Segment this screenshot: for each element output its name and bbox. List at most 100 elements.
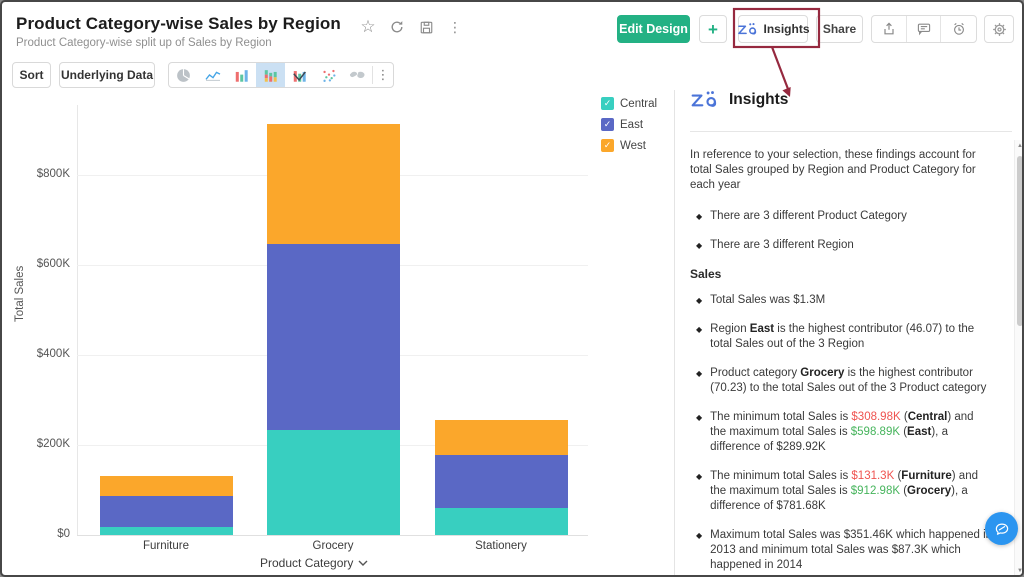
sort-label: Sort	[20, 68, 44, 82]
insight-bullet: ◆ There are 3 different Region	[690, 238, 996, 253]
legend-label: West	[620, 140, 646, 152]
insight-bullet: ◆ There are 3 different Product Category	[690, 209, 996, 224]
share-button[interactable]: Share	[816, 15, 863, 43]
bullet-diamond-icon: ◆	[690, 209, 702, 224]
edit-design-label: Edit Design	[619, 22, 688, 36]
insights-intro: In reference to your selection, these fi…	[690, 148, 990, 193]
save-icon[interactable]	[416, 17, 436, 37]
x-axis-title-label: Product Category	[260, 556, 353, 570]
bar-segment-west-stationery[interactable]	[435, 420, 568, 455]
x-axis-title[interactable]: Product Category	[260, 556, 368, 570]
panel-divider	[674, 90, 675, 577]
header-icon-group	[871, 15, 977, 43]
insight-text: There are 3 different Region	[710, 238, 992, 253]
bar-segment-central-grocery[interactable]	[267, 430, 400, 535]
bar-segment-west-grocery[interactable]	[267, 124, 400, 244]
chevron-down-icon	[358, 560, 368, 566]
insight-bullet: ◆ Product category Grocery is the highest…	[690, 366, 996, 396]
settings-group	[984, 15, 1014, 43]
insights-section-heading: Sales	[690, 267, 1008, 281]
chart-legend: ✓Central✓East✓West	[601, 97, 657, 152]
insights-button[interactable]: Insights	[738, 15, 808, 43]
y-axis-tick: $0	[15, 528, 70, 540]
insight-text: Region East is the highest contributor (…	[710, 322, 992, 352]
insight-text: The minimum total Sales is $308.98K (Cen…	[710, 410, 992, 455]
pie-chart-icon[interactable]	[169, 62, 198, 88]
legend-item-west[interactable]: ✓ West	[601, 139, 657, 152]
refresh-icon[interactable]	[387, 17, 407, 37]
legend-checkbox[interactable]: ✓	[601, 118, 614, 131]
scrollbar-thumb[interactable]	[1017, 156, 1023, 326]
more-options-icon[interactable]: ⋮	[445, 17, 465, 37]
settings-gear-icon[interactable]	[985, 16, 1013, 42]
chart-type-switcher: ⋮	[168, 62, 394, 88]
analytics-window: Product Category-wise Sales by Region Pr…	[0, 0, 1024, 577]
bullet-diamond-icon: ◆	[690, 322, 702, 352]
chat-fab-button[interactable]	[985, 512, 1018, 545]
sort-button[interactable]: Sort	[12, 62, 51, 88]
bullet-diamond-icon: ◆	[690, 293, 702, 308]
more-chart-types-icon[interactable]: ⋮	[373, 67, 393, 83]
favorite-star-icon[interactable]: ☆	[358, 17, 378, 37]
y-axis-tick: $200K	[15, 438, 70, 450]
y-axis-tick: $400K	[15, 348, 70, 360]
comment-icon[interactable]	[907, 16, 942, 42]
title-actions: ☆ ⋮	[358, 17, 465, 37]
y-axis-tick: $600K	[15, 258, 70, 270]
map-chart-icon[interactable]	[343, 62, 372, 88]
plus-icon: +	[708, 21, 718, 38]
y-axis-title: Total Sales	[14, 266, 26, 322]
legend-checkbox[interactable]: ✓	[601, 139, 614, 152]
y-axis-tick: $800K	[15, 168, 70, 180]
insights-button-label: Insights	[764, 22, 810, 36]
scroll-down-icon[interactable]: ▼	[1015, 568, 1024, 574]
bullet-diamond-icon: ◆	[690, 366, 702, 396]
insight-bullet: ◆ Total Sales was $1.3M	[690, 293, 996, 308]
bar-segment-central-furniture[interactable]	[100, 527, 233, 535]
legend-item-east[interactable]: ✓East	[601, 118, 657, 131]
bar-segment-central-stationery[interactable]	[435, 508, 568, 535]
scatter-chart-icon[interactable]	[314, 62, 343, 88]
chat-bubble-icon	[993, 520, 1011, 538]
insight-text: Total Sales was $1.3M	[710, 293, 992, 308]
edit-design-button[interactable]: Edit Design	[617, 15, 690, 43]
insights-panel-header: Insights	[690, 90, 788, 110]
share-button-label: Share	[823, 22, 856, 36]
bar-chart-icon[interactable]	[227, 62, 256, 88]
legend-checkbox[interactable]: ✓	[601, 97, 614, 110]
x-axis-category-label: Stationery	[431, 540, 571, 552]
bar-segment-east-stationery[interactable]	[435, 455, 568, 508]
add-button[interactable]: +	[699, 15, 727, 43]
export-icon[interactable]	[872, 16, 907, 42]
stacked-bar-chart-icon[interactable]	[256, 62, 285, 88]
underlying-data-button[interactable]: Underlying Data	[59, 62, 155, 88]
scroll-up-icon[interactable]: ▲	[1015, 143, 1024, 149]
alarm-icon[interactable]	[941, 16, 976, 42]
bullet-diamond-icon: ◆	[690, 238, 702, 253]
insights-panel-title: Insights	[729, 91, 788, 109]
bullet-diamond-icon: ◆	[690, 469, 702, 514]
insights-scrollbar[interactable]: ▲ ▼	[1014, 140, 1024, 577]
legend-item-central[interactable]: ✓ Central	[601, 97, 657, 110]
page-subtitle: Product Category-wise split up of Sales …	[16, 37, 272, 49]
legend-label: Central	[620, 98, 657, 110]
bar-segment-east-grocery[interactable]	[267, 244, 400, 430]
bullet-diamond-icon: ◆	[690, 528, 702, 573]
bar-segment-east-furniture[interactable]	[100, 496, 233, 527]
x-axis-baseline	[77, 535, 588, 536]
insights-header-divider	[690, 131, 1012, 132]
line-chart-icon[interactable]	[198, 62, 227, 88]
insight-text: There are 3 different Product Category	[710, 209, 992, 224]
insight-bullet: ◆Maximum total Sales was $351.46K which …	[690, 528, 996, 573]
insight-text: Maximum total Sales was $351.46K which h…	[710, 528, 992, 573]
insight-text: The minimum total Sales is $131.3K (Furn…	[710, 469, 992, 514]
bar-segment-west-furniture[interactable]	[100, 476, 233, 496]
zia-icon	[737, 22, 759, 37]
combo-chart-icon[interactable]	[285, 62, 314, 88]
x-axis-category-label: Grocery	[263, 540, 403, 552]
underlying-data-label: Underlying Data	[61, 68, 153, 82]
zia-icon	[690, 90, 720, 110]
insight-text: Product category Grocery is the highest …	[710, 366, 992, 396]
insights-content: In reference to your selection, these fi…	[690, 140, 1008, 577]
insight-bullet: ◆The minimum total Sales is $308.98K (Ce…	[690, 410, 996, 455]
